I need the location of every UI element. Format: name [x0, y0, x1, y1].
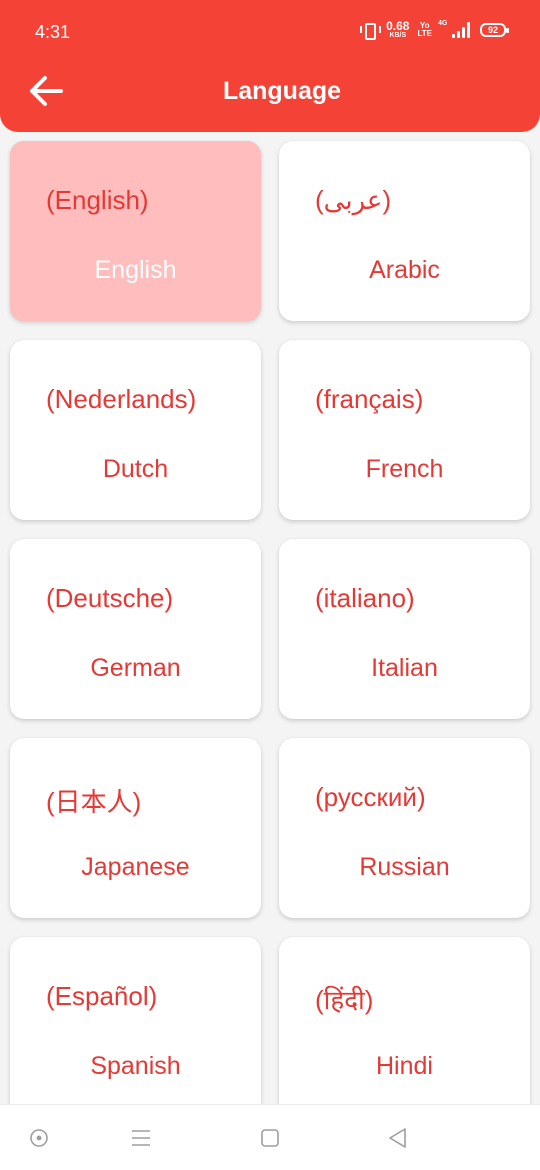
signal-icon: 4G: [438, 19, 470, 38]
language-card-english[interactable]: (English) English: [10, 141, 261, 321]
home-square-icon: [261, 1129, 279, 1147]
language-card-french[interactable]: (français) French: [279, 340, 530, 520]
battery-level: 92: [487, 24, 498, 35]
language-native-name: (हिंदी): [315, 985, 374, 1015]
language-native-name: (Nederlands): [46, 384, 197, 414]
app-bar: 4:31 0.68 KB/S Yo LTE 4G 92 Language: [0, 0, 540, 132]
language-english-name: Italian: [371, 654, 438, 682]
system-nav-bar: [0, 1104, 540, 1170]
language-english-name: Japanese: [81, 853, 190, 881]
volte-icon: Yo LTE: [417, 21, 432, 38]
network-speed-value: 0.68: [386, 19, 410, 33]
language-card-japanese[interactable]: (日本人) Japanese: [10, 738, 261, 918]
language-grid: (English) English (عربى) Arabic (Nederla…: [0, 0, 540, 1104]
language-card-hindi[interactable]: (हिंदी) Hindi: [279, 937, 530, 1104]
network-type-label: 4G: [438, 19, 448, 27]
menu-icon: [132, 1130, 150, 1146]
volte-bottom-label: LTE: [417, 28, 432, 38]
language-card-arabic[interactable]: (عربى) Arabic: [279, 141, 530, 321]
language-english-name: Hindi: [376, 1052, 433, 1080]
status-time: 4:31: [35, 22, 71, 42]
language-native-name: (Español): [46, 981, 158, 1011]
network-speed: 0.68 KB/S: [386, 20, 409, 39]
language-card-spanish[interactable]: (Español) Spanish: [10, 937, 261, 1104]
language-native-name: (日本人): [46, 787, 142, 817]
language-english-name: French: [365, 455, 444, 483]
language-english-name: English: [94, 256, 177, 284]
home-button[interactable]: [258, 1126, 282, 1150]
language-screen: (English) English (عربى) Arabic (Nederla…: [0, 0, 540, 1170]
language-card-italian[interactable]: (italiano) Italian: [279, 539, 530, 719]
language-card-dutch[interactable]: (Nederlands) Dutch: [10, 340, 261, 520]
assistant-button[interactable]: [27, 1126, 51, 1150]
battery-icon: 92: [480, 22, 509, 37]
language-english-name: Russian: [359, 853, 450, 881]
language-native-name: (français): [315, 384, 424, 414]
language-english-name: Spanish: [90, 1052, 181, 1080]
status-icons: 0.68 KB/S Yo LTE 4G 92: [360, 19, 509, 40]
language-card-german[interactable]: (Deutsche) German: [10, 539, 261, 719]
language-english-name: German: [90, 654, 181, 682]
back-triangle-icon: [389, 1128, 406, 1148]
language-english-name: Arabic: [369, 256, 440, 284]
language-card-russian[interactable]: (русский) Russian: [279, 738, 530, 918]
language-native-name: (Deutsche): [46, 583, 174, 613]
language-native-name: (русский): [315, 782, 426, 812]
network-speed-unit: KB/S: [389, 32, 407, 39]
language-native-name: (English): [46, 185, 149, 215]
language-native-name: (italiano): [315, 583, 415, 613]
language-english-name: Dutch: [102, 455, 169, 483]
system-back-button[interactable]: [386, 1126, 410, 1150]
page-title: Language: [222, 77, 342, 105]
vibrate-icon: [360, 22, 382, 40]
assistant-circle-icon: [30, 1129, 48, 1147]
language-native-name: (عربى): [315, 185, 392, 215]
recents-button[interactable]: [129, 1126, 153, 1150]
